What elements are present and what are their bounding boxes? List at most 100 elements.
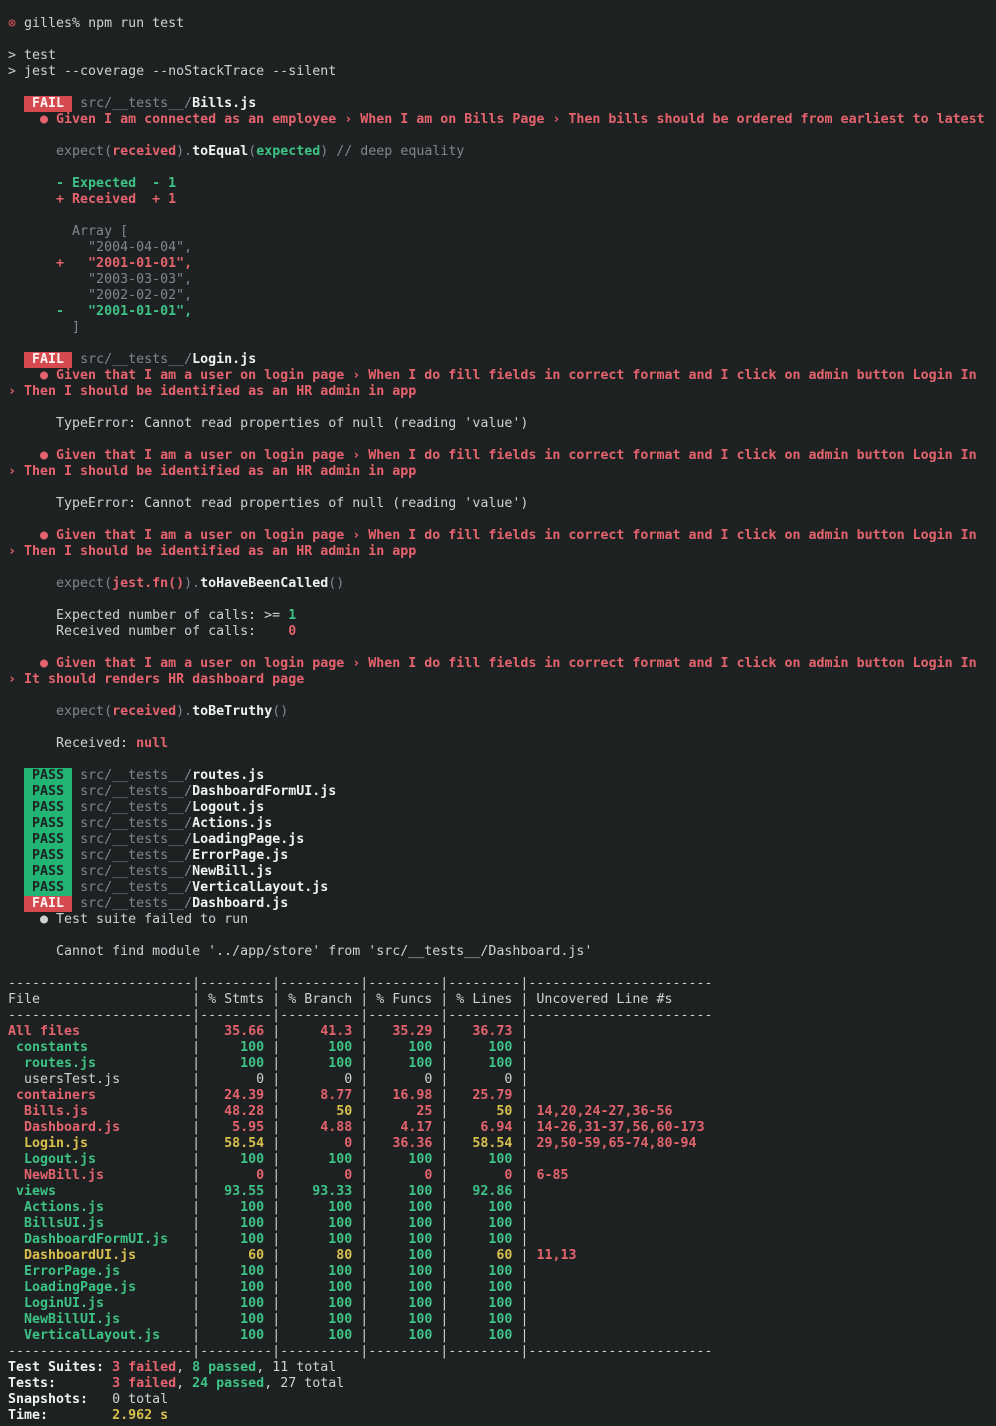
text-segment: 0 total	[112, 1392, 168, 1407]
coverage-value-cell: 100	[280, 1312, 360, 1327]
coverage-value-cell: 93.33	[280, 1184, 360, 1199]
file-name-cell: views	[8, 1184, 192, 1199]
column-divider: |	[192, 1152, 200, 1167]
coverage-value-cell: 0	[200, 1072, 272, 1087]
npm-script-name-line: > test	[8, 48, 988, 64]
text-segment: ).	[176, 704, 192, 719]
text-segment: 1	[288, 608, 296, 623]
text-segment: 0	[288, 624, 296, 639]
pass-badge: PASS	[24, 784, 72, 800]
text-segment	[72, 848, 80, 863]
text-segment: // deep equality	[328, 144, 464, 159]
text-segment: expect(	[8, 576, 112, 591]
diff-context-line: "2003-03-03",	[8, 272, 988, 288]
coverage-value-cell: 100	[280, 1328, 360, 1343]
text-segment: null	[136, 736, 168, 751]
coverage-table-row: VerticalLayout.js | 100 | 100 | 100 | 10…	[8, 1328, 988, 1344]
file-name-cell: DashboardUI.js	[8, 1248, 192, 1263]
column-divider: |	[192, 1104, 200, 1119]
coverage-value-cell: 100	[280, 1200, 360, 1215]
table-border: -----------------------|---------|------…	[8, 976, 712, 991]
text-segment: src/__tests__/	[80, 352, 192, 367]
assertion-line: expect(received).toBeTruthy()	[8, 704, 988, 720]
coverage-value-cell: 100	[448, 1200, 520, 1215]
text-segment: > jest --coverage --noStackTrace --silen…	[8, 64, 336, 79]
column-divider: |	[192, 1136, 200, 1151]
text-segment: Bills.js	[192, 96, 256, 111]
text-segment: TypeError: Cannot read properties of nul…	[8, 496, 528, 511]
column-divider: |	[520, 1056, 528, 1071]
column-divider: |	[520, 1312, 528, 1327]
pass-header-routes: PASS src/__tests__/routes.js	[8, 768, 988, 784]
terminal-output[interactable]: ⊗ gilles% npm run test > test> jest --co…	[0, 0, 996, 1426]
column-divider: |	[520, 1216, 528, 1231]
fail-header-bills: FAIL src/__tests__/Bills.js	[8, 96, 988, 112]
text-segment: ● Given that I am a user on login page ›…	[8, 528, 977, 543]
pass-header-logout: PASS src/__tests__/Logout.js	[8, 800, 988, 816]
uncovered-lines-cell: 6-85	[528, 1168, 568, 1183]
coverage-value-cell: 5.95	[200, 1120, 272, 1135]
npm-script-command-line: > jest --coverage --noStackTrace --silen…	[8, 64, 988, 80]
coverage-value-cell: 4.17	[368, 1120, 440, 1135]
diff-context-line: Array [	[8, 224, 988, 240]
terminal-line	[8, 128, 988, 144]
coverage-value-cell: 100	[368, 1040, 440, 1055]
text-segment: Logout.js	[192, 800, 264, 815]
coverage-table-row: constants | 100 | 100 | 100 | 100 |	[8, 1040, 988, 1056]
text-segment: › Then I should be identified as an HR a…	[8, 464, 416, 479]
terminal-line	[8, 32, 988, 48]
text-segment	[72, 832, 80, 847]
fail-badge: FAIL	[24, 352, 72, 368]
coverage-value-cell: 25.79	[448, 1088, 520, 1103]
text-segment: expect(	[8, 704, 112, 719]
text-segment: 8 passed	[192, 1360, 256, 1375]
coverage-value-cell: 100	[448, 1296, 520, 1311]
file-name-cell: DashboardFormUI.js	[8, 1232, 192, 1247]
text-segment: ● Given that I am a user on login page ›…	[8, 368, 977, 383]
text-segment: (	[248, 144, 256, 159]
text-segment	[8, 768, 24, 783]
diff-context-line: "2004-04-04",	[8, 240, 988, 256]
text-segment: 3 failed	[112, 1376, 176, 1391]
coverage-table-row: BillsUI.js | 100 | 100 | 100 | 100 |	[8, 1216, 988, 1232]
coverage-value-cell: 100	[200, 1280, 272, 1295]
terminal-line	[8, 512, 988, 528]
column-divider: |	[192, 1072, 200, 1087]
coverage-value-cell: 100	[368, 1152, 440, 1167]
coverage-value-cell: 100	[368, 1264, 440, 1279]
text-segment: src/__tests__/	[80, 784, 192, 799]
coverage-value-cell: 100	[200, 1056, 272, 1071]
text-segment: Array [	[8, 224, 128, 239]
text-segment	[8, 864, 24, 879]
text-segment: ErrorPage.js	[192, 848, 288, 863]
text-segment: src/__tests__/	[80, 848, 192, 863]
table-border: -----------------------|---------|------…	[8, 1344, 712, 1359]
text-segment: › Then I should be identified as an HR a…	[8, 544, 416, 559]
coverage-value-cell: 100	[448, 1216, 520, 1231]
coverage-table-row: containers | 24.39 | 8.77 | 16.98 | 25.7…	[8, 1088, 988, 1104]
coverage-table-row: LoadingPage.js | 100 | 100 | 100 | 100 |	[8, 1280, 988, 1296]
coverage-value-cell: 100	[280, 1216, 360, 1231]
file-name-cell: LoadingPage.js	[8, 1280, 192, 1295]
coverage-table-row: DashboardFormUI.js | 100 | 100 | 100 | 1…	[8, 1232, 988, 1248]
coverage-value-cell: 24.39	[200, 1088, 272, 1103]
failure-title-wrap: › It should renders HR dashboard page	[8, 672, 988, 688]
file-name-cell: usersTest.js	[8, 1072, 192, 1087]
text-segment	[8, 784, 24, 799]
text-segment	[72, 880, 80, 895]
column-divider: |	[520, 1152, 528, 1167]
text-segment: , 27 total	[264, 1376, 344, 1391]
text-segment: Received number of calls:	[8, 624, 288, 639]
error-message-line: TypeError: Cannot read properties of nul…	[8, 496, 988, 512]
text-segment	[72, 864, 80, 879]
text-segment	[72, 784, 80, 799]
coverage-value-cell: 0	[200, 1168, 272, 1183]
terminal-line	[8, 432, 988, 448]
coverage-value-cell: 100	[200, 1232, 272, 1247]
file-name-cell: containers	[8, 1088, 192, 1103]
coverage-value-cell: 36.73	[448, 1024, 520, 1039]
coverage-value-cell: 100	[448, 1152, 520, 1167]
text-segment: Cannot find module '../app/store' from '…	[8, 944, 592, 959]
column-divider: |	[192, 1200, 200, 1215]
pass-header-errorpage: PASS src/__tests__/ErrorPage.js	[8, 848, 988, 864]
